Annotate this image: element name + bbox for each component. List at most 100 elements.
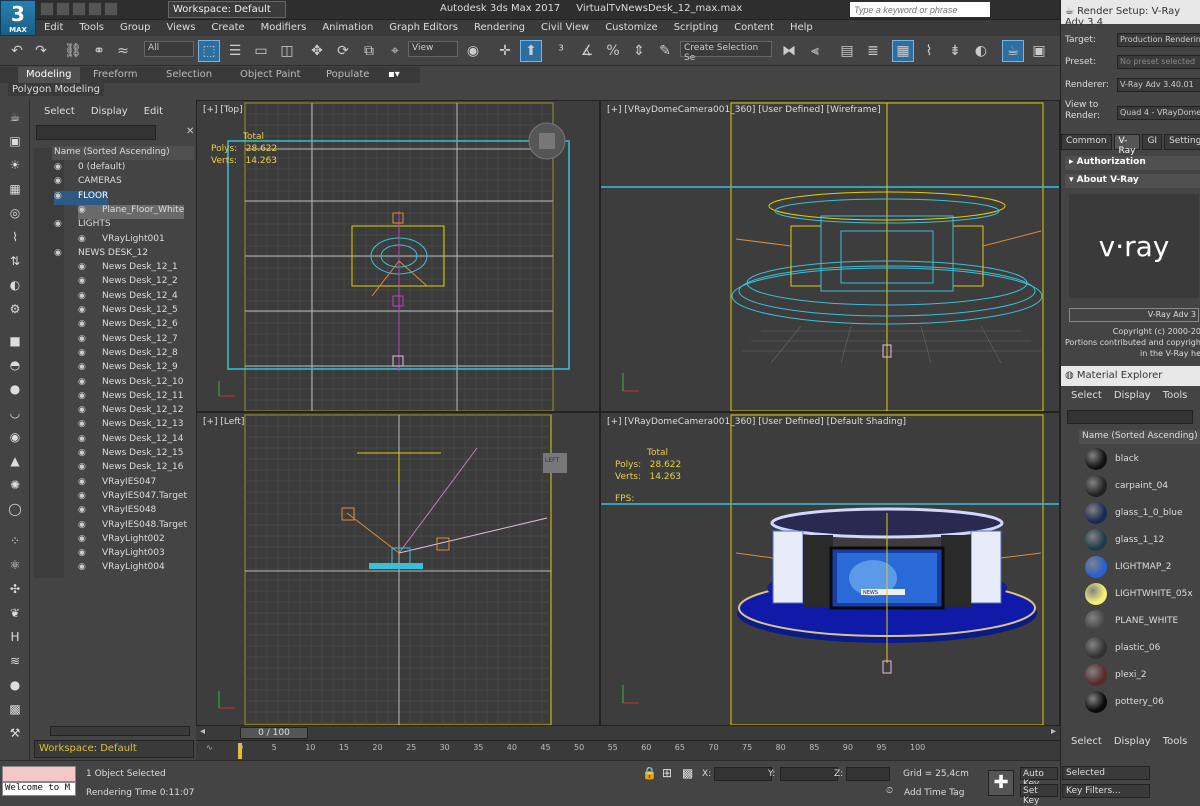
rollout-authorization[interactable]: ▸ Authorization	[1065, 156, 1200, 170]
network-icon[interactable]: ✣	[5, 580, 25, 598]
visibility-eye-icon[interactable]: ◉	[54, 248, 64, 258]
undo-icon[interactable]	[88, 2, 102, 16]
undo-icon[interactable]: ↶	[6, 40, 28, 62]
tab-freeform[interactable]: Freeform	[93, 69, 138, 80]
scene-filter-input[interactable]	[36, 125, 156, 140]
rotate-icon[interactable]: ⟳	[332, 40, 354, 62]
window-crossing-icon[interactable]: ◫	[276, 40, 298, 62]
maxscript-mini-text[interactable]: Welcome to M	[2, 782, 76, 796]
plant-icon[interactable]: ❦	[5, 604, 25, 622]
scene-item[interactable]: ◉ CAMERAS	[54, 176, 122, 190]
visibility-eye-icon[interactable]: ◉	[78, 334, 88, 344]
scene-explorer-toggle-icon[interactable]: ▤	[836, 40, 858, 62]
scene-item[interactable]: ◉ VRayIES047	[78, 477, 156, 491]
scene-item[interactable]: ◉ News Desk_12_7	[78, 334, 178, 348]
visibility-eye-icon[interactable]: ◉	[54, 219, 64, 229]
torus-icon[interactable]: ◯	[5, 500, 25, 518]
target-dropdown[interactable]: Production Rendering	[1117, 33, 1200, 47]
menu-group[interactable]: Group	[112, 20, 158, 36]
visibility-eye-icon[interactable]: ◉	[54, 176, 64, 186]
display-icon[interactable]: ▣	[5, 132, 25, 150]
y-coord-input[interactable]	[780, 767, 838, 781]
visibility-eye-icon[interactable]: ◉	[78, 434, 88, 444]
viewport-left[interactable]: [+] [Left] [User Defined] [Wireframe] LE…	[196, 412, 600, 726]
viewcube-left[interactable]: LEFT	[545, 457, 559, 464]
scene-converter-icon[interactable]: ⚒	[5, 724, 25, 742]
add-time-tag[interactable]: Add Time Tag	[904, 788, 964, 798]
snap-toggle-icon[interactable]: ³	[550, 40, 572, 62]
visibility-eye-icon[interactable]: ◉	[78, 362, 88, 372]
place-icon[interactable]: ⌖	[384, 40, 406, 62]
visibility-eye-icon[interactable]: ◉	[78, 477, 88, 487]
scene-item[interactable]: ◉ FLOOR	[54, 190, 109, 205]
sun-icon[interactable]: ✺	[5, 476, 25, 494]
keyboard-shortcut-override-icon[interactable]: ⬆	[520, 40, 542, 62]
menu-tools[interactable]: Tools	[71, 20, 112, 36]
search-input[interactable]	[850, 2, 990, 17]
half-sphere-icon[interactable]: ◓	[5, 356, 25, 374]
tab-common[interactable]: Common	[1061, 134, 1112, 150]
edit-named-selection-icon[interactable]: ✎	[654, 40, 676, 62]
visibility-eye-icon[interactable]: ◉	[78, 205, 88, 215]
visibility-eye-icon[interactable]: ◉	[78, 405, 88, 415]
me-bottom-select[interactable]: Select	[1071, 736, 1102, 750]
shapes-icon[interactable]: ⌇	[5, 228, 25, 246]
track-bar[interactable]: ∿ 0 5 10 15 20 25 30 35 40 45 50 55 60 65 70 75 80 85 90 95…	[196, 740, 1060, 760]
hf-icon[interactable]: H	[5, 628, 25, 646]
material-item[interactable]: LIGHTMAP_2	[1085, 554, 1171, 580]
scene-item[interactable]: ◉ News Desk_12_5	[78, 305, 178, 319]
align-icon[interactable]: ⫷	[804, 40, 826, 62]
menu-content[interactable]: Content	[726, 20, 782, 36]
scene-item[interactable]: ◉ News Desk_12_14	[78, 434, 183, 448]
material-item[interactable]: glass_1_12	[1085, 527, 1164, 553]
scene-item[interactable]: ◉ LIGHTS	[54, 219, 111, 233]
tab-gi[interactable]: GI	[1142, 134, 1163, 150]
redo-icon[interactable]: ↷	[30, 40, 52, 62]
sphere-icon[interactable]: ●	[5, 380, 25, 398]
tab-modeling[interactable]: Modeling	[18, 67, 80, 83]
visibility-eye-icon[interactable]: ◉	[78, 319, 88, 329]
visibility-eye-icon[interactable]: ◉	[78, 305, 88, 315]
scene-item[interactable]: ◉ NEWS DESK_12	[54, 248, 148, 262]
selection-filter-dropdown[interactable]: All	[144, 41, 194, 57]
selection-lock-icon[interactable]: 🔒	[642, 766, 657, 780]
visibility-eye-icon[interactable]: ◉	[78, 348, 88, 358]
ribbon-options-icon[interactable]: ▪▾	[388, 69, 400, 80]
material-column-header[interactable]: Name (Sorted Ascending)	[1079, 430, 1200, 444]
material-item[interactable]: black	[1085, 446, 1139, 472]
visibility-eye-icon[interactable]: ◉	[78, 234, 88, 244]
visibility-eye-icon[interactable]: ◉	[78, 562, 88, 572]
scene-item[interactable]: ◉ VRayLight003	[78, 548, 165, 562]
visibility-eye-icon[interactable]: ◉	[78, 491, 88, 501]
hair-icon[interactable]: ≋	[5, 652, 25, 670]
scene-item[interactable]: ◉ News Desk_12_2	[78, 276, 178, 290]
spinner-snap-icon[interactable]: ⇕	[628, 40, 650, 62]
angle-snap-icon[interactable]: ∡	[576, 40, 598, 62]
viewport-camera-wireframe[interactable]: [+] [VRayDomeCamera001_360] [User Define…	[600, 100, 1060, 412]
material-item[interactable]: plexi_2	[1085, 662, 1147, 688]
visibility-eye-icon[interactable]: ◉	[78, 534, 88, 544]
scene-item[interactable]: ◉ VRayLight004	[78, 562, 165, 576]
visibility-eye-icon[interactable]: ◉	[78, 462, 88, 472]
me-menu-select[interactable]: Select	[1071, 390, 1102, 404]
rectangular-selection-icon[interactable]: ▭	[250, 40, 272, 62]
ribbon-panel-polygon-modeling[interactable]: Polygon Modeling	[8, 83, 104, 96]
tab-vray[interactable]: V-Ray	[1113, 134, 1141, 156]
box-icon[interactable]: ■	[5, 332, 25, 350]
scene-column-header[interactable]: Name (Sorted Ascending)	[52, 146, 194, 160]
hierarchy-icon[interactable]: ⇅	[5, 252, 25, 270]
menu-civil-view[interactable]: Civil View	[533, 20, 597, 36]
material-item[interactable]: PLANE_WHITE	[1085, 608, 1178, 634]
menu-views[interactable]: Views	[158, 20, 203, 36]
visibility-eye-icon[interactable]: ◉	[78, 276, 88, 286]
layer-explorer-icon[interactable]: ≣	[862, 40, 884, 62]
lights-icon[interactable]: ☀	[5, 156, 25, 174]
menu-create[interactable]: Create	[203, 20, 252, 36]
workspace-selector[interactable]: Workspace: Default	[34, 740, 194, 758]
visibility-eye-icon[interactable]: ◉	[78, 548, 88, 558]
scene-item[interactable]: ◉ News Desk_12_10	[78, 377, 183, 391]
z-coord-input[interactable]	[846, 767, 890, 781]
named-selection-set-dropdown[interactable]: Create Selection Se	[680, 41, 772, 63]
absolute-mode-icon[interactable]: ▩	[682, 766, 693, 780]
workspace-dropdown[interactable]: Workspace: Default	[168, 1, 286, 18]
